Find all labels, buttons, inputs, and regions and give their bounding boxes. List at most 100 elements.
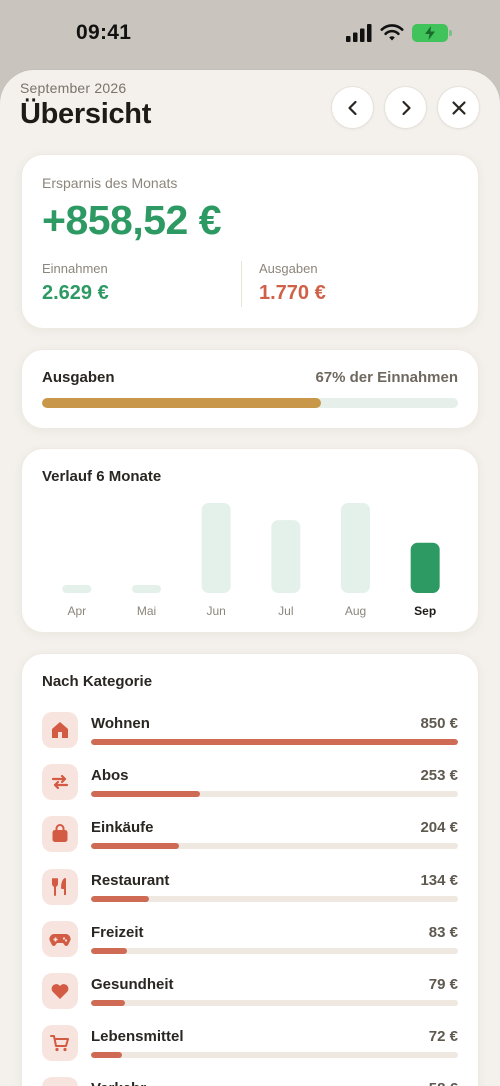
category-bar-track <box>91 843 458 850</box>
category-bar-track <box>91 791 458 798</box>
next-month-button[interactable] <box>384 86 427 129</box>
category-bar-track <box>91 895 458 902</box>
cellular-signal-icon <box>346 24 372 42</box>
category-header: Einkäufe 204 € <box>91 819 458 836</box>
category-row[interactable]: Wohnen 850 € <box>42 704 458 756</box>
expense-ratio-label: Ausgaben <box>42 369 115 386</box>
car-icon <box>42 1077 78 1086</box>
category-name: Einkäufe <box>91 819 154 837</box>
close-button[interactable] <box>437 86 480 129</box>
chevron-left-icon <box>347 100 357 115</box>
expense-ratio-card: Ausgaben 67% der Einnahmen <box>21 349 479 429</box>
category-bar-fill <box>91 947 127 954</box>
chart-bar-jun <box>201 503 231 593</box>
chart-bar-sep <box>410 542 440 593</box>
fork-knife-icon <box>42 868 78 905</box>
close-icon <box>451 100 466 115</box>
category-body: Abos 253 € <box>91 767 458 798</box>
category-body: Verkehr 58 € <box>91 1080 458 1086</box>
shopping-bag-icon <box>42 816 78 853</box>
home-icon <box>42 712 78 749</box>
savings-amount: +858,52 € <box>42 197 222 243</box>
expense-ratio-track <box>42 398 458 408</box>
category-bar-fill <box>91 895 149 902</box>
category-amount: 253 € <box>420 767 458 785</box>
category-row[interactable]: Gesundheit 79 € <box>42 965 458 1017</box>
category-header: Freizeit 83 € <box>91 924 458 941</box>
overview-sheet: September 2026 Übersicht Ersparnis des M… <box>0 70 500 1086</box>
income-expense-split: Einnahmen 2.629 € Ausgaben 1.770 € <box>42 261 458 307</box>
category-header: Abos 253 € <box>91 767 458 784</box>
category-header: Lebensmittel 72 € <box>91 1028 458 1045</box>
wifi-icon <box>380 24 404 41</box>
chart-bar-aug <box>341 503 370 593</box>
trend-card: Verlauf 6 Monate Apr Mai Jun Jul Aug Sep <box>21 448 479 633</box>
category-amount: 850 € <box>420 715 458 733</box>
chevron-right-icon <box>401 100 411 115</box>
category-amount: 204 € <box>420 819 458 837</box>
category-bar-track <box>91 1000 458 1007</box>
category-body: Restaurant 134 € <box>91 872 458 902</box>
category-header: Verkehr 58 € <box>91 1080 458 1086</box>
category-header: Restaurant 134 € <box>91 872 458 889</box>
category-title: Nach Kategorie <box>42 673 153 690</box>
category-name: Gesundheit <box>91 976 174 994</box>
gamepad-icon <box>42 920 78 957</box>
category-bar-track <box>91 1052 458 1059</box>
category-body: Einkäufe 204 € <box>91 819 458 850</box>
category-body: Lebensmittel 72 € <box>91 1028 458 1059</box>
income-value: 2.629 € <box>42 282 109 304</box>
expense-ratio-fill <box>42 398 321 408</box>
category-bar-fill <box>91 739 458 746</box>
category-amount: 79 € <box>428 976 458 994</box>
expense-label: Ausgaben <box>259 261 318 276</box>
category-bar-fill <box>91 791 201 798</box>
status-icons <box>346 24 452 42</box>
category-name: Wohnen <box>91 715 150 733</box>
sheet-header: September 2026 Übersicht <box>20 80 480 144</box>
category-row[interactable]: Lebensmittel 72 € <box>42 1017 458 1069</box>
category-bar-fill <box>91 1052 123 1059</box>
status-bar: 09:41 <box>0 0 500 70</box>
category-bar-fill <box>91 843 180 850</box>
chart-tick-label: Jun <box>206 604 225 618</box>
category-card: Nach Kategorie Wohnen 850 € Abos 253 € Einkä… <box>21 653 479 1086</box>
trend-chart: Apr Mai Jun Jul Aug Sep <box>42 501 458 621</box>
chart-tick-label: Sep <box>414 604 436 618</box>
chart-tick-label: Mai <box>137 604 156 618</box>
category-bar-fill <box>91 1000 126 1007</box>
income-block: Einnahmen 2.629 € <box>42 261 241 307</box>
expense-ratio-percent: 67% der Einnahmen <box>315 369 458 386</box>
chart-tick-label: Aug <box>345 604 366 618</box>
category-name: Restaurant <box>91 871 170 889</box>
category-body: Wohnen 850 € <box>91 715 458 746</box>
heart-icon <box>42 973 78 1010</box>
category-name: Abos <box>91 767 129 785</box>
category-row[interactable]: Verkehr 58 € <box>42 1069 458 1086</box>
category-amount: 83 € <box>428 923 458 941</box>
category-row[interactable]: Einkäufe 204 € <box>42 808 458 860</box>
category-header: Gesundheit 79 € <box>91 976 458 993</box>
expense-block: Ausgaben 1.770 € <box>241 261 458 307</box>
category-name: Freizeit <box>91 923 144 941</box>
category-row[interactable]: Freizeit 83 € <box>42 913 458 965</box>
chart-tick-label: Apr <box>67 604 86 618</box>
category-name: Lebensmittel <box>91 1028 184 1046</box>
savings-label: Ersparnis des Monats <box>42 175 178 191</box>
savings-card: Ersparnis des Monats +858,52 € Einnahmen… <box>21 154 479 329</box>
category-name: Verkehr <box>91 1080 146 1086</box>
category-header: Wohnen 850 € <box>91 715 458 732</box>
category-body: Freizeit 83 € <box>91 924 458 954</box>
previous-month-button[interactable] <box>331 86 374 129</box>
chart-bar-apr <box>62 585 92 593</box>
status-time: 09:41 <box>76 21 132 44</box>
category-amount: 134 € <box>420 871 458 889</box>
category-row[interactable]: Restaurant 134 € <box>42 861 458 913</box>
category-row[interactable]: Abos 253 € <box>42 756 458 808</box>
category-list: Wohnen 850 € Abos 253 € Einkäufe 204 € Restaur… <box>42 704 458 1086</box>
income-label: Einnahmen <box>42 261 108 276</box>
category-body: Gesundheit 79 € <box>91 976 458 1007</box>
category-amount: 58 € <box>429 1080 458 1086</box>
trend-chart-svg: Apr Mai Jun Jul Aug Sep <box>62 503 440 618</box>
battery-icon <box>412 24 452 42</box>
